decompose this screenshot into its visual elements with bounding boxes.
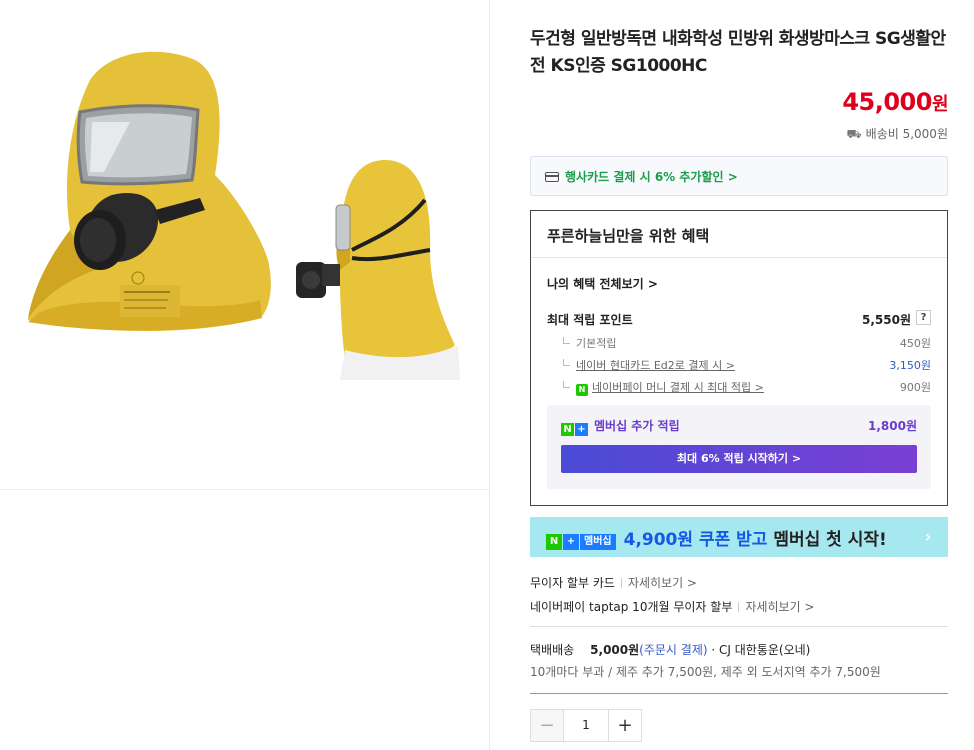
delivery-condition: (주문시 결제) (639, 643, 708, 657)
product-price: 45,000원 (842, 88, 948, 116)
max-points-label: 최대 적립 포인트 (547, 313, 633, 327)
benefit-item-value: 3,150원 (889, 359, 931, 372)
membership-panel: N + 멤버십 추가 적립 1,800원 최대 6% 적립 시작하기 > (547, 405, 931, 489)
installment-label: 무이자 할부 카드 (530, 576, 615, 590)
coupon-highlight-text: 4,900원 쿠폰 받고 (623, 530, 768, 550)
product-image[interactable] (0, 0, 490, 490)
max-points-row: 최대 적립 포인트 5,550원 ? (547, 310, 931, 328)
decrease-quantity-button[interactable]: − (531, 710, 564, 741)
membership-points-row: N + 멤버십 추가 적립 1,800원 (561, 417, 917, 436)
membership-label: 멤버십 추가 적립 (594, 419, 680, 433)
tree-branch-icon (563, 337, 570, 344)
installment-more-link[interactable]: 자세히보기 > (745, 600, 814, 614)
delivery-carrier: · CJ 대한통운(오네) (711, 643, 811, 657)
product-image-column (0, 0, 490, 750)
benefit-item-value: 450원 (899, 337, 931, 350)
credit-card-icon (545, 172, 559, 182)
max-points-value: 5,550원 (862, 313, 911, 327)
benefit-item-label: 기본적립 (576, 337, 617, 350)
tree-branch-icon (563, 381, 570, 388)
coupon-text: 멤버십 첫 시작! (773, 530, 887, 550)
delivery-row: 택배배송 5,000원(주문시 결제) · CJ 대한통운(오네) (530, 641, 810, 658)
naver-plus-membership-icon: N + (561, 423, 588, 436)
product-title: 두건형 일반방독면 내화학성 민방위 화생방마스크 SG생활안전 KS인증 SG… (530, 29, 946, 76)
tree-branch-icon (563, 359, 570, 366)
shipping-fee-text: 배송비 5,000원 (865, 127, 948, 141)
shipping-fee: ⛟ 배송비 5,000원 (847, 125, 948, 143)
installment-more-link[interactable]: 자세히보기 > (628, 576, 697, 590)
truck-icon: ⛟ (846, 127, 862, 141)
npay-icon: N (576, 384, 588, 396)
benefit-item: 기본적립 450원 (563, 335, 931, 351)
divider (530, 626, 948, 627)
installment-row: 네이버페이 taptap 10개월 무이자 할부 자세히보기 > (530, 598, 814, 615)
card-promo-text: 행사카드 결제 시 6% 추가할인 > (565, 170, 738, 184)
naver-plus-membership-icon: N + 멤버십 (546, 534, 616, 550)
gas-mask-hood-illustration (28, 51, 460, 380)
delivery-fee: 5,000원 (590, 643, 640, 657)
installment-row: 무이자 할부 카드 자세히보기 > (530, 574, 697, 591)
membership-value: 1,800원 (868, 419, 917, 433)
view-all-benefits-link[interactable]: 나의 혜택 전체보기 > (547, 275, 658, 292)
price-unit: 원 (931, 94, 949, 115)
benefit-item-value: 900원 (899, 381, 931, 394)
delivery-label: 택배배송 (530, 643, 575, 657)
membership-coupon-banner[interactable]: N + 멤버십 4,900원 쿠폰 받고 멤버십 첫 시작! › (530, 517, 948, 557)
quantity-input[interactable]: 1 (564, 710, 608, 741)
benefit-header: 푸른하늘님만을 위한 혜택 (531, 211, 947, 258)
benefit-item[interactable]: 네이버 현대카드 Ed2로 결제 시 > 3,150원 (563, 357, 931, 373)
installment-label: 네이버페이 taptap 10개월 무이자 할부 (530, 600, 733, 614)
delivery-note: 10개마다 부과 / 제주 추가 7,500원, 제주 외 도서지역 추가 7,… (530, 665, 881, 679)
benefit-item-label[interactable]: 네이버페이 머니 결제 시 최대 적립 > (592, 381, 764, 394)
chevron-right-icon[interactable]: › (908, 517, 948, 557)
benefit-box: 푸른하늘님만을 위한 혜택 나의 혜택 전체보기 > 최대 적립 포인트 5,5… (530, 210, 948, 506)
benefit-item-label[interactable]: 네이버 현대카드 Ed2로 결제 시 > (576, 359, 735, 372)
price-amount: 45,000 (842, 88, 932, 116)
help-icon[interactable]: ? (916, 310, 931, 325)
benefit-item[interactable]: N 네이버페이 머니 결제 시 최대 적립 > 900원 (563, 379, 931, 396)
card-promo-banner[interactable]: 행사카드 결제 시 6% 추가할인 > (530, 156, 948, 196)
start-membership-button[interactable]: 최대 6% 적립 시작하기 > (561, 445, 917, 473)
increase-quantity-button[interactable]: + (608, 710, 641, 741)
quantity-stepper: − 1 + (530, 709, 642, 742)
divider (530, 693, 948, 694)
product-detail-page: 두건형 일반방독면 내화학성 민방위 화생방마스크 SG생활안전 KS인증 SG… (0, 0, 974, 750)
